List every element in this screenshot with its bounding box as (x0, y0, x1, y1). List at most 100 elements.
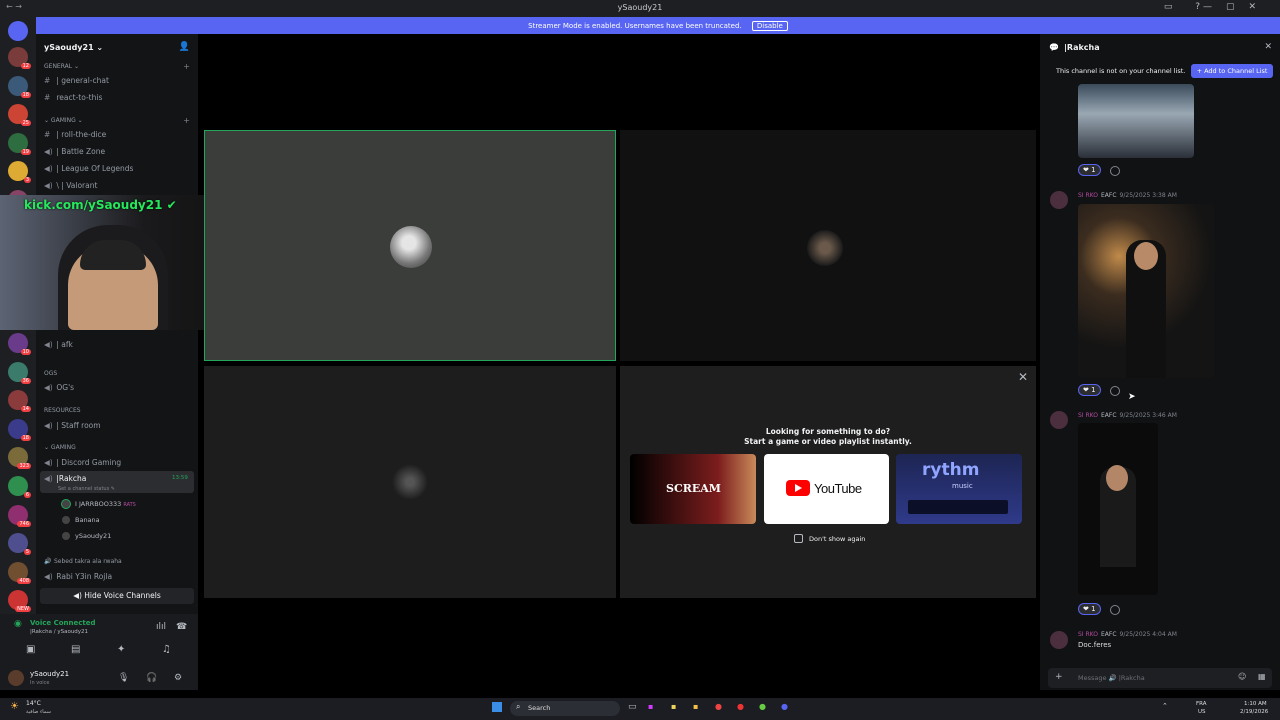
gear-icon[interactable]: ⚙ (174, 673, 182, 683)
channel-rakcha[interactable]: ◀) |Rakcha (44, 474, 86, 483)
taskbar-search[interactable]: ⌕ Search (510, 701, 620, 716)
server-icon[interactable]: 12 (8, 47, 31, 69)
add-reaction-icon[interactable] (1110, 605, 1120, 615)
category-resources[interactable]: RESOURCES (44, 407, 81, 414)
add-channel-icon[interactable]: + (183, 62, 190, 71)
scream-card[interactable]: SCREAM (630, 454, 756, 524)
channel-valorant[interactable]: ◀) \ | Valorant (44, 181, 97, 190)
dont-show-checkbox[interactable] (794, 534, 803, 543)
headphones-icon[interactable]: 🎧 (146, 673, 157, 683)
server-icon[interactable]: 10 (8, 333, 31, 355)
image-attachment[interactable] (1078, 204, 1214, 378)
voice-channel[interactable]: |Rakcha / ySaoudy21 (30, 629, 88, 635)
server-icon[interactable]: NEW (8, 590, 31, 613)
heart-reaction[interactable]: ❤ 1 (1078, 384, 1101, 396)
window-title: ySaoudy21 (617, 3, 663, 12)
channel-react[interactable]: # react-to-this (44, 93, 102, 102)
channel-status[interactable]: Set a channel status ✎ (58, 486, 115, 492)
server-icon[interactable]: 36 (8, 361, 31, 384)
close-icon[interactable]: ✕ (1264, 42, 1272, 52)
screen-share-icon[interactable]: ▤ (71, 644, 80, 655)
discord-icon[interactable]: ● (781, 702, 788, 711)
channel-roll-the-dice[interactable]: # | roll-the-dice (44, 130, 106, 139)
server-icon[interactable]: 18 (8, 418, 31, 441)
voice-member[interactable]: ySaoudy21 (62, 532, 111, 540)
add-reaction-icon[interactable] (1110, 166, 1120, 176)
add-channel-icon[interactable]: + (183, 116, 190, 125)
server-icon[interactable]: 14 (8, 390, 31, 413)
tray-chevron-icon[interactable]: ⌃ (1162, 702, 1168, 710)
channel-sebed[interactable]: 🔊 Sebed takra ala rwaha (44, 558, 122, 565)
window-controls[interactable]: —▢✕ (1203, 2, 1270, 12)
disable-button[interactable]: Disable (751, 21, 788, 31)
category-general[interactable]: General ⌄ (44, 63, 79, 70)
app-icon[interactable]: ● (737, 702, 744, 711)
windows-start-icon[interactable] (492, 702, 502, 712)
category-gaming-2[interactable]: ⌄ GAMING (44, 444, 76, 451)
heart-reaction[interactable]: ❤ 1 (1078, 603, 1101, 615)
channel-afk[interactable]: ◀) | afk (44, 340, 73, 349)
channel-discord-gaming[interactable]: ◀) | Discord Gaming (44, 458, 121, 467)
channel-staff-room[interactable]: ◀) | Staff room (44, 421, 101, 430)
app-icon[interactable]: ▪ (671, 702, 676, 711)
voice-member[interactable]: Banana (62, 516, 100, 524)
plus-icon[interactable]: + (1055, 672, 1063, 682)
video-attachment[interactable] (1078, 423, 1158, 595)
close-icon[interactable]: ✕ (1018, 370, 1028, 384)
participant-tile[interactable] (620, 130, 1036, 361)
server-icon[interactable]: 19 (8, 132, 31, 155)
video-icon[interactable]: ▣ (26, 644, 35, 655)
add-reaction-icon[interactable] (1110, 386, 1120, 396)
server-icon[interactable]: 746 (8, 504, 31, 527)
rythm-card[interactable]: rythm music (896, 454, 1022, 524)
app-icon[interactable]: ● (759, 702, 766, 711)
server-icon[interactable]: 5 (8, 533, 31, 556)
image-attachment[interactable] (1078, 84, 1194, 158)
weather-icon[interactable]: ☀ (10, 701, 19, 712)
speaker-icon: ◀) (44, 181, 53, 190)
add-to-channel-list-button[interactable]: + Add to Channel List (1191, 64, 1273, 78)
participant-tile-speaking[interactable] (204, 130, 616, 361)
channel-rabi[interactable]: ◀) Rabi Y3in Rojla (44, 572, 112, 581)
avatar (62, 532, 70, 540)
channel-ogs[interactable]: ◀) OG's (44, 383, 74, 392)
server-icon[interactable]: 18 (8, 75, 31, 98)
server-icon[interactable]: 3 (8, 161, 31, 184)
server-icon[interactable]: 25 (8, 104, 31, 127)
category-ogs[interactable]: OGs (44, 370, 57, 377)
noise-suppression-icon[interactable]: ılıl (156, 622, 166, 632)
avatar[interactable] (8, 670, 24, 686)
banner-message: Streamer Mode is enabled. Usernames have… (528, 22, 742, 30)
clock-time[interactable]: 1:10 AM (1244, 701, 1267, 707)
server-icon[interactable]: 323 (8, 447, 31, 470)
app-icon[interactable]: ▪ (648, 702, 653, 711)
folder-icon[interactable]: ▪ (693, 702, 698, 711)
server-icon[interactable]: 408 (8, 561, 31, 584)
youtube-card[interactable]: YouTube (764, 454, 889, 524)
hide-voice-channels-button[interactable]: ◀) Hide Voice Channels (40, 588, 194, 604)
apps-icon[interactable]: ▦ (1258, 672, 1266, 681)
message-header: SI RKO EAFC 9/25/2025 4:04 AM (1078, 631, 1177, 638)
chrome-icon[interactable]: ● (715, 702, 722, 711)
soundboard-icon[interactable]: ♫ (162, 644, 171, 655)
message-input[interactable]: + Message 🔊 |Rakcha ☺ ▦ (1048, 668, 1272, 688)
keyboard-lang[interactable]: FRA (1196, 701, 1207, 707)
server-icon[interactable]: 6 (8, 476, 31, 498)
participant-tile[interactable] (204, 366, 616, 598)
heart-reaction[interactable]: ❤ 1 (1078, 164, 1101, 176)
home-icon[interactable] (8, 21, 28, 41)
signal-icon[interactable]: ◉ (14, 619, 22, 629)
channel-general-chat[interactable]: # | general-chat (44, 76, 109, 85)
disconnect-icon[interactable]: ☎ (176, 622, 187, 632)
channel-battle-zone[interactable]: ◀) | Battle Zone (44, 147, 105, 156)
emoji-icon[interactable]: ☺ (1238, 672, 1246, 681)
category-gaming[interactable]: ⌄ GAMING ⌄ (44, 117, 83, 124)
add-friend-icon[interactable]: 👤 (179, 42, 190, 52)
microphone-icon[interactable]: 🎙 (118, 673, 129, 683)
server-name[interactable]: ySaoudy21 ⌄ (44, 43, 103, 52)
channel-league[interactable]: ◀) | League Of Legends (44, 164, 133, 173)
task-view-icon[interactable]: ▭ (628, 702, 637, 712)
activity-icon[interactable]: ✦ (117, 644, 125, 655)
activity-launcher: ✕ Looking for something to do? Start a g… (620, 366, 1036, 598)
voice-member[interactable]: I JARRBOO333 RATS (62, 500, 136, 508)
